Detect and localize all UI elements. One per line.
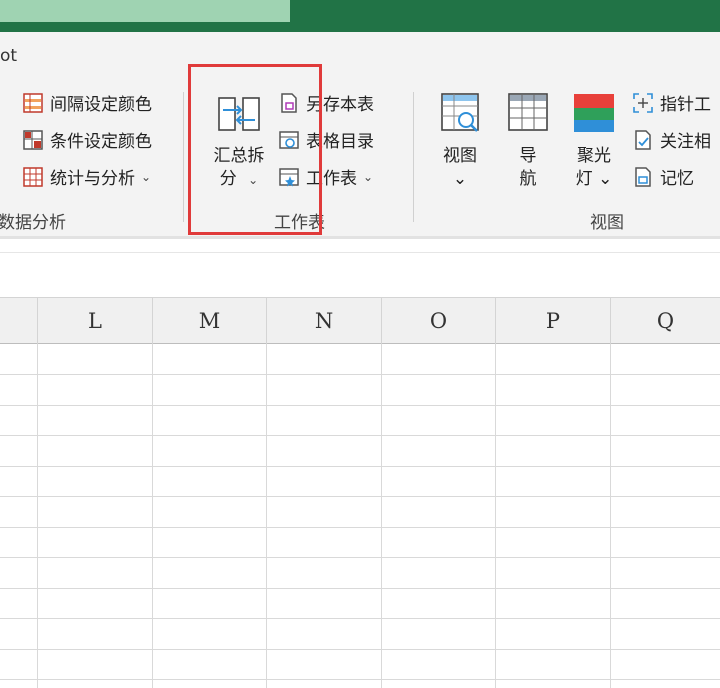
- focus-related-label: 关注相: [660, 132, 711, 152]
- grid-line: [610, 344, 611, 688]
- grid-line: [0, 435, 720, 436]
- grid-line: [0, 649, 720, 650]
- tab-label-partial[interactable]: ot: [0, 46, 17, 66]
- column-header-l[interactable]: L: [38, 298, 153, 344]
- group-label-data-analysis: 数据分析: [0, 213, 66, 233]
- grid-line: [152, 344, 153, 688]
- memory-icon: [635, 166, 651, 187]
- alternate-color-grid-icon: [23, 92, 43, 113]
- statistics-analysis-label: 统计与分析: [50, 169, 135, 189]
- spotlight-label-line2: 灯 ⌄: [575, 169, 613, 189]
- memory-button[interactable]: 记忆: [632, 164, 694, 189]
- cell-grid[interactable]: [0, 344, 720, 688]
- column-header-m[interactable]: M: [153, 298, 267, 344]
- grid-line: [0, 618, 720, 619]
- column-header-q[interactable]: Q: [611, 298, 720, 344]
- focus-related-button[interactable]: 关注相: [632, 127, 711, 152]
- highlight-box: [188, 64, 322, 235]
- view-search-icon: [441, 93, 479, 132]
- grid-line: [266, 344, 267, 688]
- statistics-analysis-icon: [23, 166, 43, 187]
- column-header-n[interactable]: N: [267, 298, 382, 344]
- grid-line: [0, 557, 720, 558]
- grid-line: [0, 374, 720, 375]
- grid-line: [37, 344, 38, 688]
- grid-line: [495, 344, 496, 688]
- navigation-grid-icon: [508, 93, 548, 131]
- grid-line: [0, 466, 720, 467]
- grid-line: [0, 588, 720, 589]
- grid-line: [381, 344, 382, 688]
- statistics-analysis-button[interactable]: 统计与分析 ⌄: [22, 164, 151, 189]
- alternate-color-button[interactable]: 间隔设定颜色: [22, 90, 152, 115]
- view-label-line1: 视图: [443, 146, 477, 166]
- conditional-color-label: 条件设定颜色: [50, 132, 152, 152]
- focus-related-icon: [635, 129, 651, 150]
- spotlight-icon: [574, 94, 614, 132]
- spotlight-label-line1: 聚光: [577, 146, 611, 166]
- chevron-down-icon: ⌄: [141, 169, 152, 184]
- pointer-tool-button[interactable]: 指针工: [632, 90, 711, 115]
- group-label-view: 视图: [590, 213, 624, 233]
- column-header-p[interactable]: P: [496, 298, 611, 344]
- grid-line: [0, 405, 720, 406]
- grid-line: [0, 527, 720, 528]
- conditional-color-button[interactable]: 条件设定颜色: [22, 127, 152, 152]
- navigation-button[interactable]: 导 航: [500, 92, 556, 191]
- title-bar: [0, 0, 720, 32]
- alternate-color-label: 间隔设定颜色: [50, 95, 152, 115]
- pointer-tool-icon: [633, 92, 653, 113]
- grid-line: [0, 679, 720, 680]
- view-button[interactable]: 视图 ⌄: [430, 92, 490, 191]
- grid-line: [0, 496, 720, 497]
- formula-bar-divider: [0, 252, 720, 253]
- conditional-color-grid-icon: [23, 129, 43, 150]
- pointer-tool-label: 指针工: [660, 95, 711, 115]
- view-label-line2: ⌄: [452, 169, 468, 189]
- column-header-row: L M N O P Q: [0, 297, 720, 344]
- chevron-down-icon: ⌄: [363, 169, 374, 184]
- memory-label: 记忆: [660, 169, 694, 189]
- column-header-o[interactable]: O: [382, 298, 496, 344]
- navigation-label-line1: 导: [519, 146, 537, 166]
- group-divider: [413, 92, 414, 222]
- navigation-label-line2: 航: [519, 169, 537, 189]
- ribbon-tab-row: ot: [0, 32, 720, 78]
- title-bar-highlight: [0, 0, 290, 22]
- spotlight-button[interactable]: 聚光 灯 ⌄: [566, 92, 622, 191]
- group-divider: [183, 92, 184, 222]
- formula-bar-area[interactable]: [0, 239, 720, 297]
- column-header-partial[interactable]: [0, 298, 38, 344]
